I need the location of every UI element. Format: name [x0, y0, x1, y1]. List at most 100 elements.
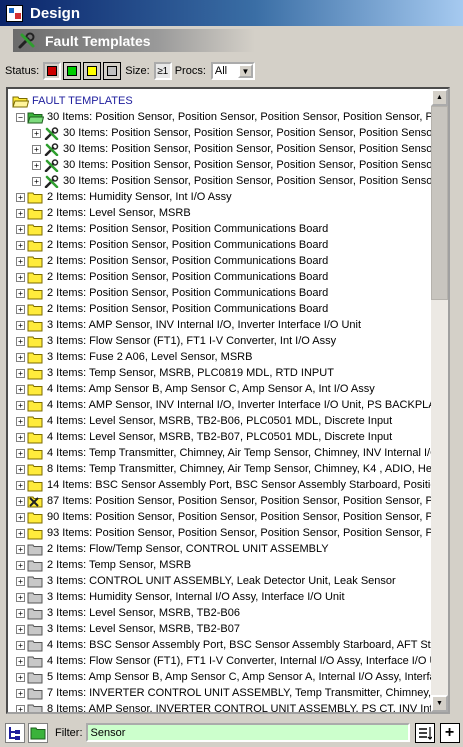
tree-item[interactable]: +7 Items: INVERTER CONTROL UNIT ASSEMBLY… — [16, 685, 433, 701]
expand-icon[interactable]: + — [16, 608, 25, 618]
expand-icon[interactable]: + — [16, 400, 25, 410]
expand-icon[interactable]: + — [16, 688, 25, 698]
tree-item[interactable]: +2 Items: Flow/Temp Sensor, CONTROL UNIT… — [16, 541, 329, 557]
scroll-down-icon[interactable]: ▼ — [431, 695, 448, 712]
status-yellow-toggle[interactable] — [83, 62, 102, 80]
expand-icon[interactable]: + — [16, 528, 25, 538]
tree-item[interactable]: +3 Items: AMP Sensor, INV Internal I/O, … — [16, 317, 361, 333]
tree-item[interactable]: +93 Items: Position Sensor, Position Sen… — [16, 525, 433, 541]
tree-item[interactable]: +14 Items: BSC Sensor Assembly Port, BSC… — [16, 477, 433, 493]
expand-icon[interactable]: + — [16, 304, 25, 314]
tree-item[interactable]: +3 Items: Humidity Sensor, Internal I/O … — [16, 589, 345, 605]
expand-icon[interactable]: + — [16, 192, 25, 202]
fault-templates-tree[interactable]: FAULT TEMPLATES − 30 Items: Position Sens… — [6, 87, 450, 714]
tree-item[interactable]: +3 Items: Level Sensor, MSRB, TB2-B07 — [16, 621, 240, 637]
expand-icon[interactable]: + — [16, 640, 25, 650]
tree-item[interactable]: +4 Items: Amp Sensor B, Amp Sensor C, Am… — [16, 381, 375, 397]
expand-icon[interactable]: + — [16, 480, 25, 490]
tree-item[interactable]: +2 Items: Position Sensor, Position Comm… — [16, 301, 328, 317]
tree-item[interactable]: +2 Items: Level Sensor, MSRB — [16, 205, 191, 221]
expand-icon[interactable]: + — [16, 496, 25, 506]
expand-icon[interactable]: + — [16, 208, 25, 218]
status-green-toggle[interactable] — [63, 62, 82, 80]
size-button[interactable]: ≥1 — [153, 62, 172, 80]
expand-icon[interactable]: + — [16, 320, 25, 330]
tree-item[interactable]: +3 Items: Temp Sensor, MSRB, PLC0819 MDL… — [16, 365, 334, 381]
tree-item[interactable]: +3 Items: CONTROL UNIT ASSEMBLY, Leak De… — [16, 573, 396, 589]
collapse-icon[interactable]: − — [16, 112, 25, 122]
tree-item[interactable]: +4 Items: Level Sensor, MSRB, TB2-B06, P… — [16, 413, 392, 429]
expand-icon[interactable]: + — [16, 240, 25, 250]
tree-item[interactable]: +30 Items: Position Sensor, Position Sen… — [32, 125, 433, 141]
expand-icon[interactable]: + — [32, 176, 41, 186]
expand-icon[interactable]: + — [16, 368, 25, 378]
tree-item[interactable]: +4 Items: BSC Sensor Assembly Port, BSC … — [16, 637, 433, 653]
tree-item[interactable]: +30 Items: Position Sensor, Position Sen… — [32, 157, 433, 173]
tree-item[interactable]: +4 Items: Temp Transmitter, Chimney, Air… — [16, 445, 433, 461]
expand-icon[interactable]: + — [32, 128, 41, 138]
tree-item-label: 2 Items: Position Sensor, Position Commu… — [47, 303, 329, 315]
expand-icon[interactable]: + — [16, 576, 25, 586]
expand-icon[interactable]: + — [16, 352, 25, 362]
tree-item[interactable]: +8 Items: Temp Transmitter, Chimney, Air… — [16, 461, 433, 477]
tree-root[interactable]: FAULT TEMPLATES — [12, 93, 133, 109]
tree-item[interactable]: +4 Items: Level Sensor, MSRB, TB2-B07, P… — [16, 429, 392, 445]
tree-item[interactable]: +3 Items: Level Sensor, MSRB, TB2-B06 — [16, 605, 240, 621]
tree-item[interactable]: +90 Items: Position Sensor, Position Sen… — [16, 509, 433, 525]
tree-view: FAULT TEMPLATES − 30 Items: Position Sens… — [8, 89, 433, 712]
tree-item[interactable]: +2 Items: Position Sensor, Position Comm… — [16, 221, 328, 237]
expand-collapse-button[interactable] — [414, 722, 435, 743]
tree-item[interactable]: +2 Items: Position Sensor, Position Comm… — [16, 269, 328, 285]
tree-item[interactable]: +30 Items: Position Sensor, Position Sen… — [32, 141, 433, 157]
expand-icon[interactable]: + — [16, 288, 25, 298]
expand-icon[interactable]: + — [16, 512, 25, 522]
tree-item[interactable]: +2 Items: Position Sensor, Position Comm… — [16, 253, 328, 269]
expand-icon[interactable]: + — [16, 544, 25, 554]
expand-icon[interactable]: + — [16, 224, 25, 234]
expand-icon[interactable]: + — [16, 336, 25, 346]
vertical-scrollbar[interactable]: ▲ ▼ — [431, 89, 448, 712]
expand-icon[interactable]: + — [16, 464, 25, 474]
expand-icon[interactable]: + — [16, 272, 25, 282]
chevron-down-icon[interactable]: ▼ — [237, 64, 253, 78]
wrench-icon — [18, 32, 35, 48]
tree-item[interactable]: +4 Items: Flow Sensor (FT1), FT1 I-V Con… — [16, 653, 433, 669]
expand-icon[interactable]: + — [16, 672, 25, 682]
tree-item-label: 87 Items: Position Sensor, Position Sens… — [47, 495, 433, 507]
expand-icon[interactable]: + — [16, 256, 25, 266]
yellow-folder-icon — [27, 304, 43, 315]
expand-icon[interactable]: + — [32, 160, 41, 170]
tree-item[interactable]: +2 Items: Temp Sensor, MSRB — [16, 557, 191, 573]
expand-icon[interactable]: + — [32, 144, 41, 154]
tree-item[interactable]: +8 Items: AMP Sensor, INVERTER CONTROL U… — [16, 701, 433, 712]
expand-icon[interactable]: + — [16, 704, 25, 712]
status-gray-toggle[interactable] — [103, 62, 122, 80]
expand-icon[interactable]: + — [16, 560, 25, 570]
tree-item-label: 2 Items: Temp Sensor, MSRB — [47, 559, 192, 571]
tree-item[interactable]: +5 Items: Amp Sensor B, Amp Sensor C, Am… — [16, 669, 433, 685]
expand-icon[interactable]: + — [16, 656, 25, 666]
expand-icon[interactable]: + — [16, 384, 25, 394]
expand-icon[interactable]: + — [16, 432, 25, 442]
tree-item[interactable]: +87 Items: Position Sensor, Position Sen… — [16, 493, 433, 509]
procs-select[interactable]: All ▼ — [210, 62, 255, 80]
add-button[interactable]: + — [439, 722, 460, 743]
tree-item[interactable]: +4 Items: AMP Sensor, INV Internal I/O, … — [16, 397, 433, 413]
tree-item[interactable]: − 30 Items: Position Sensor, Position Sen… — [16, 109, 433, 125]
tree-item[interactable]: +2 Items: Position Sensor, Position Comm… — [16, 237, 328, 253]
tree-item[interactable]: +2 Items: Position Sensor, Position Comm… — [16, 285, 328, 301]
tree-item[interactable]: +3 Items: Flow Sensor (FT1), FT1 I-V Con… — [16, 333, 336, 349]
tree-item[interactable]: +3 Items: Fuse 2 A06, Level Sensor, MSRB — [16, 349, 252, 365]
filter-input[interactable] — [85, 723, 410, 742]
scroll-up-icon[interactable]: ▲ — [431, 89, 448, 106]
expand-icon[interactable]: + — [16, 592, 25, 602]
tree-view-toggle[interactable] — [5, 722, 25, 743]
folder-view-toggle[interactable] — [28, 722, 48, 743]
expand-icon[interactable]: + — [16, 624, 25, 634]
scrollbar-thumb[interactable] — [431, 106, 448, 300]
expand-icon[interactable]: + — [16, 448, 25, 458]
status-red-toggle[interactable] — [43, 62, 62, 80]
tree-item[interactable]: +30 Items: Position Sensor, Position Sen… — [32, 173, 433, 189]
expand-icon[interactable]: + — [16, 416, 25, 426]
tree-item[interactable]: +2 Items: Humidity Sensor, Int I/O Assy — [16, 189, 232, 205]
